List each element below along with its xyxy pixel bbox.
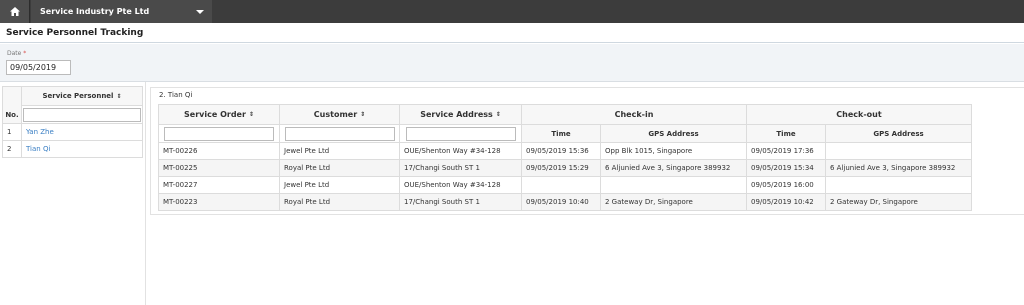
col-personnel-label: Service Personnel xyxy=(42,92,114,100)
page-header: Service Personnel Tracking xyxy=(0,23,1024,43)
col-service-order-header[interactable]: Service Order ⇕ xyxy=(158,104,280,125)
orders-table: Service Order ⇕ Customer ⇕ Service Address… xyxy=(158,104,972,211)
checkin-gps-cell xyxy=(600,176,747,194)
personnel-row[interactable]: 1 Yan Zhe xyxy=(2,123,143,141)
customer-filter-input[interactable] xyxy=(284,126,395,141)
checkin-gps-cell: 2 Gateway Dr, Singapore xyxy=(600,193,747,211)
address-cell: 17/Changi South ST 1 xyxy=(399,193,522,211)
col-customer-header[interactable]: Customer ⇕ xyxy=(279,104,400,125)
table-row[interactable]: MT-00227 Jewel Pte Ltd OUE/Shenton Way #… xyxy=(158,176,972,194)
home-icon xyxy=(9,7,20,16)
checkout-gps-cell: 6 Aljunied Ave 3, Singapore 389932 xyxy=(825,159,972,177)
order-cell: MT-00225 xyxy=(158,159,280,177)
top-navbar: Service Industry Pte Ltd xyxy=(0,0,1024,23)
required-mark: * xyxy=(23,50,27,57)
filter-bar: Date * xyxy=(0,44,1024,82)
checkout-time-cell: 09/05/2019 15:34 xyxy=(746,159,826,177)
checkin-time-cell xyxy=(521,176,601,194)
personnel-panel: No. Service Personnel ⇕ 1 Yan Zhe 2 Tian … xyxy=(0,82,146,305)
checkout-group-header: Check-out xyxy=(746,104,972,125)
personnel-row[interactable]: 2 Tian Qi xyxy=(2,140,143,158)
caret-down-icon xyxy=(196,10,204,14)
checkout-time-cell: 09/05/2019 17:36 xyxy=(746,142,826,160)
order-cell: MT-00223 xyxy=(158,193,280,211)
personnel-table: No. Service Personnel ⇕ 1 Yan Zhe 2 Tian … xyxy=(2,86,143,158)
personnel-link[interactable]: Tian Qi xyxy=(26,145,50,153)
sort-icon[interactable]: ⇕ xyxy=(116,93,121,100)
orders-panel: 2. Tian Qi Service Order ⇕ Customer ⇕ Serv… xyxy=(150,87,1024,215)
personnel-filter-input[interactable] xyxy=(23,107,141,122)
order-cell: MT-00226 xyxy=(158,142,280,160)
order-cell: MT-00227 xyxy=(158,176,280,194)
checkin-time-cell: 09/05/2019 15:29 xyxy=(521,159,601,177)
checkin-time-cell: 09/05/2019 10:40 xyxy=(521,193,601,211)
address-cell: OUE/Shenton Way #34-128 xyxy=(399,176,522,194)
col-address-label: Service Address xyxy=(420,110,493,119)
checkout-time-cell: 09/05/2019 10:42 xyxy=(746,193,826,211)
checkout-time-cell: 09/05/2019 16:00 xyxy=(746,176,826,194)
sort-icon[interactable]: ⇕ xyxy=(360,111,365,118)
orders-panel-title: 2. Tian Qi xyxy=(159,91,193,99)
checkout-gps-header: GPS Address xyxy=(825,124,972,143)
checkin-time-cell: 09/05/2019 15:36 xyxy=(521,142,601,160)
table-row[interactable]: MT-00225 Royal Pte Ltd 17/Changi South S… xyxy=(158,159,972,177)
company-name: Service Industry Pte Ltd xyxy=(40,7,150,16)
checkout-gps-cell xyxy=(825,176,972,194)
checkin-gps-header: GPS Address xyxy=(600,124,747,143)
col-personnel-header[interactable]: Service Personnel ⇕ xyxy=(21,86,143,106)
sort-icon[interactable]: ⇕ xyxy=(249,111,254,118)
sort-icon[interactable]: ⇕ xyxy=(496,111,501,118)
personnel-no: 1 xyxy=(2,123,22,141)
table-row[interactable]: MT-00226 Jewel Pte Ltd OUE/Shenton Way #… xyxy=(158,142,972,160)
col-no-header: No. xyxy=(2,86,22,124)
checkout-gps-cell: 2 Gateway Dr, Singapore xyxy=(825,193,972,211)
service-order-filter-input[interactable] xyxy=(164,126,274,141)
col-address-header[interactable]: Service Address ⇕ xyxy=(399,104,522,125)
address-cell: 17/Changi South ST 1 xyxy=(399,159,522,177)
checkin-time-header: Time xyxy=(521,124,601,143)
address-cell: OUE/Shenton Way #34-128 xyxy=(399,142,522,160)
home-button[interactable] xyxy=(0,0,30,23)
col-customer-label: Customer xyxy=(313,110,358,119)
address-filter-input[interactable] xyxy=(405,126,516,141)
customer-cell: Royal Pte Ltd xyxy=(279,193,400,211)
checkin-group-header: Check-in xyxy=(521,104,747,125)
checkout-gps-cell xyxy=(825,142,972,160)
date-label: Date * xyxy=(7,50,26,57)
date-input[interactable] xyxy=(6,60,71,75)
personnel-link[interactable]: Yan Zhe xyxy=(26,128,54,136)
checkin-gps-cell: Opp Blk 1015, Singapore xyxy=(600,142,747,160)
customer-cell: Jewel Pte Ltd xyxy=(279,142,400,160)
table-row[interactable]: MT-00223 Royal Pte Ltd 17/Changi South S… xyxy=(158,193,972,211)
col-service-order-label: Service Order xyxy=(184,110,246,119)
personnel-no: 2 xyxy=(2,140,22,158)
customer-cell: Royal Pte Ltd xyxy=(279,159,400,177)
checkin-gps-cell: 6 Aljunied Ave 3, Singapore 389932 xyxy=(600,159,747,177)
customer-cell: Jewel Pte Ltd xyxy=(279,176,400,194)
date-label-text: Date xyxy=(7,50,22,57)
checkout-time-header: Time xyxy=(746,124,826,143)
page-title: Service Personnel Tracking xyxy=(6,28,144,38)
company-selector[interactable]: Service Industry Pte Ltd xyxy=(31,0,212,23)
